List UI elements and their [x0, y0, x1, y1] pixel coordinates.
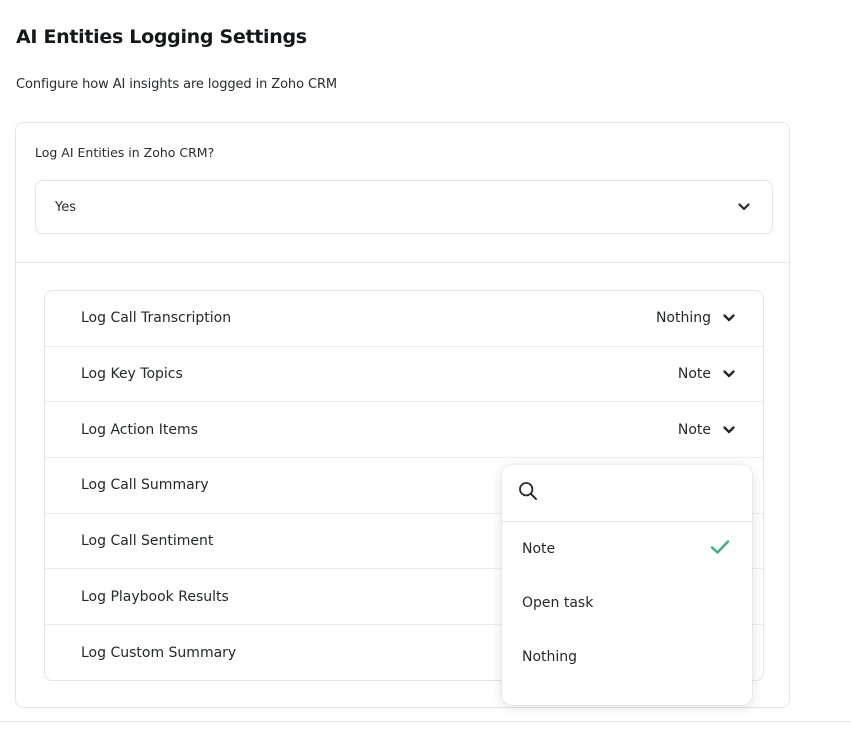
entity-label: Log Playbook Results: [81, 588, 229, 605]
option-label: Nothing: [522, 649, 578, 665]
entity-label: Log Call Transcription: [81, 310, 232, 327]
search-icon: [518, 481, 538, 505]
chevron-down-icon: [723, 314, 735, 322]
log-entities-value: Yes: [55, 199, 76, 215]
option-label: Note: [522, 541, 556, 557]
page-subtitle: Configure how AI insights are logged in …: [16, 77, 337, 92]
entity-value: Note: [677, 366, 711, 383]
entity-value: Note: [677, 421, 711, 438]
entity-label: Log Custom Summary: [81, 644, 237, 661]
entity-select[interactable]: Note: [678, 366, 735, 382]
value-dropdown: Note Open task Nothing: [502, 465, 752, 705]
page-title: AI Entities Logging Settings: [16, 26, 307, 48]
dropdown-option-open-task[interactable]: Open task: [502, 576, 752, 630]
check-icon: [710, 539, 730, 559]
chevron-down-icon: [723, 370, 735, 378]
chevron-down-icon: [738, 203, 750, 211]
entity-label: Log Call Sentiment: [81, 533, 214, 550]
entity-label: Log Key Topics: [81, 366, 183, 383]
card-divider: [16, 262, 789, 263]
entity-row-key-topics: Log Key Topics Note: [45, 347, 763, 403]
dropdown-search: [502, 465, 752, 522]
entity-value: Nothing: [655, 310, 711, 327]
entity-label: Log Action Items: [81, 421, 198, 438]
log-entities-label: Log AI Entities in Zoho CRM?: [35, 145, 215, 160]
entity-row-action-items: Log Action Items Note: [45, 402, 763, 459]
entity-label: Log Call Summary: [81, 477, 209, 494]
entity-row-call-transcription: Log Call Transcription Nothing: [45, 291, 763, 347]
option-label: Open task: [522, 595, 594, 611]
dropdown-option-note[interactable]: Note: [502, 522, 752, 576]
log-entities-select[interactable]: Yes: [35, 180, 773, 234]
entity-select[interactable]: Nothing: [656, 310, 735, 326]
dropdown-option-nothing[interactable]: Nothing: [502, 630, 752, 684]
entity-select[interactable]: Note: [678, 422, 735, 438]
footer-divider: [0, 721, 851, 722]
chevron-down-icon: [723, 426, 735, 434]
dropdown-search-input[interactable]: [548, 484, 736, 502]
